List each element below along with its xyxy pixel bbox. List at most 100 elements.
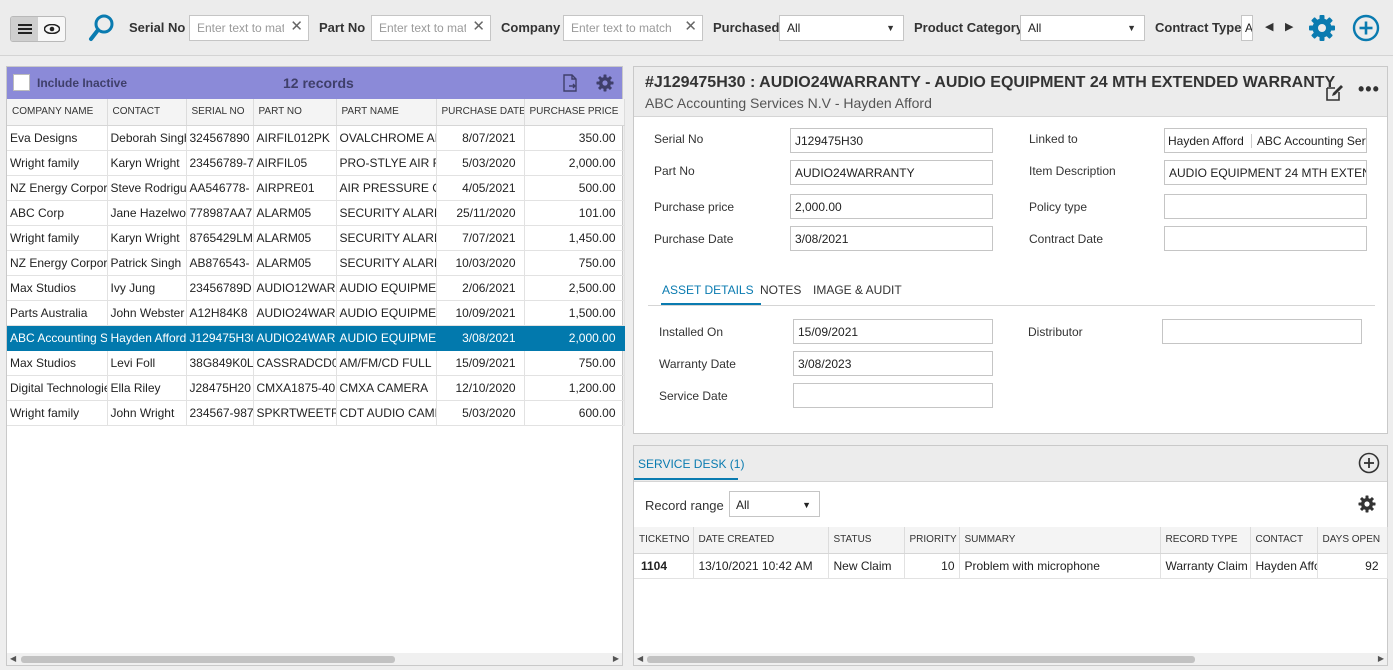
purchase-date-field[interactable]: 3/08/2021 [790, 226, 993, 251]
clear-serial-no-icon[interactable]: ✕ [290, 19, 303, 35]
cell-part-no: CMXA1875-40 [253, 375, 337, 401]
tab-asset-details[interactable]: ASSET DETAILS [662, 283, 754, 297]
part-no-field[interactable]: AUDIO24WARRANTY [790, 160, 993, 185]
tickets-horizontal-scrollbar[interactable]: ◀ ▶ [634, 653, 1387, 665]
contract-type-select[interactable]: A [1241, 15, 1253, 41]
eye-icon [43, 24, 60, 34]
list-settings-gear-icon[interactable] [596, 74, 614, 92]
scroll-left-arrow-icon[interactable]: ◀ [10, 653, 16, 665]
col-status[interactable]: STATUS [828, 527, 905, 554]
table-row[interactable]: Max Studios Levi Foll 38G849K0L CASSRADCD0 A… [7, 350, 625, 376]
search-icon[interactable] [88, 13, 116, 43]
scroll-right-arrow-icon[interactable]: ▶ [1378, 653, 1384, 665]
col-part-no[interactable]: PART NO [253, 99, 337, 126]
edit-icon[interactable] [1324, 83, 1344, 103]
ticket-summary: Problem with microphone [959, 553, 1161, 579]
tab-notes[interactable]: NOTES [760, 283, 801, 297]
export-icon[interactable] [562, 74, 578, 92]
include-inactive-checkbox[interactable] [13, 74, 30, 91]
clear-part-no-icon[interactable]: ✕ [472, 19, 485, 35]
cell-serial-no: 23456789-7 [186, 150, 254, 176]
record-range-select[interactable]: All ▼ [729, 491, 820, 517]
ticket-days-open: 92 [1317, 553, 1388, 579]
col-serial-no[interactable]: SERIAL NO [186, 99, 254, 126]
table-row[interactable]: Digital Technologies Ella Riley J28475H20 C… [7, 375, 625, 401]
cell-part-name: PRO-STLYE AIR FILTER [336, 150, 437, 176]
col-company-name[interactable]: COMPANY NAME [7, 99, 108, 126]
col-summary[interactable]: SUMMARY [959, 527, 1161, 554]
linked-to-label: Linked to [1029, 132, 1078, 146]
serial-no-field[interactable]: J129475H30 [790, 128, 993, 153]
table-row[interactable]: ABC CorpJane Hazelwood778987AA7ALARM05SE… [7, 200, 625, 226]
table-row[interactable]: NZ Energy CorporationPatrick SinghAB8765… [7, 250, 625, 276]
col-contact[interactable]: CONTACT [1250, 527, 1318, 554]
cell-part-no: SPKRTWEETRS [253, 400, 337, 426]
col-date-created[interactable]: DATE CREATED [693, 527, 829, 554]
clear-company-icon[interactable]: ✕ [684, 19, 697, 35]
col-part-name[interactable]: PART NAME [336, 99, 437, 126]
add-circle-icon[interactable] [1352, 14, 1380, 42]
service-desk-tab[interactable]: SERVICE DESK (1) [638, 457, 744, 471]
cell-purchase-date: 8/07/2021 [436, 125, 525, 151]
linked-to-field[interactable]: Hayden AffordABC Accounting Services N.V [1164, 128, 1367, 153]
scroll-left-arrow-icon[interactable]: ◀ [637, 653, 643, 665]
item-description-field[interactable]: AUDIO EQUIPMENT 24 MTH EXTENDED WARRANTY [1164, 160, 1367, 185]
ticket-no[interactable]: 1104 [634, 553, 694, 579]
warranty-date-field[interactable]: 3/08/2023 [793, 351, 993, 376]
cell-part-name: CDT AUDIO CAMERA [336, 400, 437, 426]
settings-gear-icon[interactable] [1308, 14, 1336, 42]
linked-company[interactable]: ABC Accounting Services N.V [1252, 134, 1366, 148]
table-row[interactable]: Wright family John Wright 234567-987 SPKRTW… [7, 400, 625, 426]
purchase-price-field[interactable]: 2,000.00 [790, 194, 993, 219]
table-row[interactable]: Wright family Karyn Wright 23456789-7 AIRFI… [7, 150, 625, 176]
cell-company-name: Parts Australia [7, 300, 108, 326]
service-desk-settings-gear-icon[interactable] [1358, 495, 1376, 513]
distributor-field[interactable] [1162, 319, 1362, 344]
preview-button[interactable] [38, 17, 65, 41]
col-contact[interactable]: CONTACT [107, 99, 187, 126]
service-date-field[interactable] [793, 383, 993, 408]
cell-company-name: Digital Technologies [7, 375, 108, 401]
tab-image-audit[interactable]: IMAGE & AUDIT [813, 283, 902, 297]
cell-company-name: ABC Accounting Services N.V [7, 325, 108, 351]
cell-part-no: AUDIO12WARRANTY [253, 275, 337, 301]
cell-purchase-price: 2,000.00 [524, 325, 625, 351]
list-horizontal-scrollbar[interactable]: ◀ ▶ [7, 653, 622, 665]
company-label: Company [501, 20, 561, 35]
policy-type-field[interactable] [1164, 194, 1367, 219]
ticket-row[interactable]: 1104 13/10/2021 10:42 AM New Claim 10 Pr… [634, 553, 1388, 579]
table-row[interactable]: ABC Accounting Services N.VHayden Afford… [7, 325, 625, 351]
purchased-select[interactable]: All ▼ [779, 15, 904, 41]
add-ticket-icon[interactable] [1358, 452, 1380, 474]
list-view-button[interactable] [11, 17, 38, 41]
scroll-right-arrow-icon[interactable]: ▶ [613, 653, 619, 665]
col-days-open[interactable]: DAYS OPEN [1317, 527, 1388, 554]
table-row[interactable]: Max StudiosIvy Jung23456789DAUDIO12WARRA… [7, 275, 625, 301]
table-row[interactable]: Wright family Karyn Wright 8765429LM ALARM0… [7, 225, 625, 251]
col-purchase-price[interactable]: PURCHASE PRICE [524, 99, 625, 126]
purchase-price-label: Purchase price [654, 200, 735, 214]
col-record-type[interactable]: RECORD TYPE [1160, 527, 1251, 554]
cell-company-name: NZ Energy Corporation [7, 250, 108, 276]
linked-contact[interactable]: Hayden Afford [1165, 134, 1252, 148]
detail-subtitle: ABC Accounting Services N.V - Hayden Aff… [645, 95, 932, 111]
part-no-label: Part No [319, 20, 366, 35]
company-input[interactable] [564, 16, 702, 40]
col-purchase-date[interactable]: PURCHASE DATE [436, 99, 525, 126]
contract-date-field[interactable] [1164, 226, 1367, 251]
col-ticketno[interactable]: TICKETNO [634, 527, 694, 554]
col-priority[interactable]: PRIORITY [904, 527, 960, 554]
table-row[interactable]: Parts Australia John Webster A12H84K8 AUDIO… [7, 300, 625, 326]
installed-on-field[interactable]: 15/09/2021 [793, 319, 993, 344]
cell-contact: Hayden Afford [107, 325, 187, 351]
scroll-thumb[interactable] [21, 656, 395, 663]
product-category-select[interactable]: All ▼ [1020, 15, 1145, 41]
more-options-icon[interactable]: ••• [1358, 79, 1380, 100]
scroll-right-icon[interactable]: ▶ [1285, 20, 1293, 33]
table-row[interactable]: NZ Energy CorporationSteve RodriguezAA54… [7, 175, 625, 201]
table-row[interactable]: Eva Designs Deborah Singh 324567890 AIRFIL0… [7, 125, 625, 151]
scroll-thumb[interactable] [647, 656, 1195, 663]
cell-company-name: Max Studios [7, 350, 108, 376]
serial-no-label: Serial No [129, 20, 186, 35]
scroll-left-icon[interactable]: ◀ [1265, 20, 1273, 33]
